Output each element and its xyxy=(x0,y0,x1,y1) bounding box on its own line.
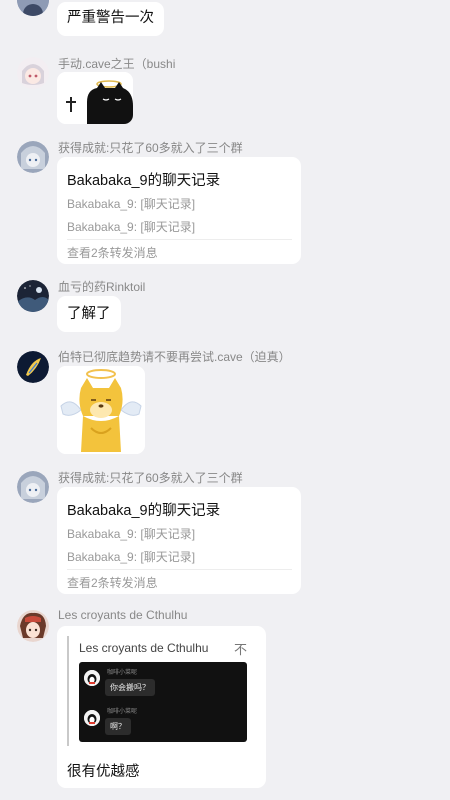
message-text: 很有优越感 xyxy=(67,764,140,780)
sender-name: 手动.cave之王（bushi xyxy=(58,57,176,71)
close-icon[interactable]: 不 xyxy=(234,639,247,658)
avatar[interactable] xyxy=(17,57,49,89)
sender-name: Les croyants de Cthulhu xyxy=(58,608,188,622)
quoted-message[interactable]: Les croyants de Cthulhu 不 咖啡小菜呢 你会搬吗？ 咖啡… xyxy=(67,636,247,746)
sender-name: 伯特已彻底趋势请不要再尝试.cave（迫真） xyxy=(58,350,291,364)
divider xyxy=(67,569,292,570)
forward-card-line: Bakabaka_9: [聊天记录] xyxy=(67,527,196,541)
forwarded-chat-card[interactable]: Bakabaka_9的聊天记录 Bakabaka_9: [聊天记录] Bakab… xyxy=(57,487,301,594)
sticker-image[interactable] xyxy=(57,72,133,124)
message-text: 严重警告一次 xyxy=(67,10,154,26)
avatar[interactable] xyxy=(17,351,49,383)
forward-card-line: Bakabaka_9: [聊天记录] xyxy=(67,220,196,234)
sender-name: 血亏的药Rinktoil xyxy=(58,280,146,294)
view-forwarded-messages-link[interactable]: 查看2条转发消息 xyxy=(67,244,158,261)
screenshot-sender-name: 咖啡小菜呢 xyxy=(107,709,138,715)
forward-card-title: Bakabaka_9的聊天记录 xyxy=(67,503,221,519)
reply-message-bubble[interactable]: Les croyants de Cthulhu 不 咖啡小菜呢 你会搬吗？ 咖啡… xyxy=(57,626,266,788)
sticker-image[interactable] xyxy=(57,366,145,454)
penguin-avatar-icon xyxy=(84,710,100,726)
forward-card-line: Bakabaka_9: [聊天记录] xyxy=(67,197,196,211)
divider xyxy=(67,239,292,240)
angel-doge-sticker xyxy=(57,366,145,454)
avatar[interactable] xyxy=(17,610,49,642)
sender-name: 获得成就:只花了60多就入了三个群 xyxy=(58,141,243,155)
message-bubble[interactable]: 严重警告一次 xyxy=(57,2,164,36)
avatar[interactable] xyxy=(17,141,49,173)
avatar[interactable] xyxy=(17,471,49,503)
screenshot-message: 你会搬吗？ xyxy=(105,679,155,696)
message-bubble[interactable]: 了解了 xyxy=(57,296,121,332)
view-forwarded-messages-link[interactable]: 查看2条转发消息 xyxy=(67,574,158,591)
sender-name: 获得成就:只花了60多就入了三个群 xyxy=(58,471,243,485)
screenshot-message: 啊？ xyxy=(105,718,131,735)
black-cat-sticker xyxy=(57,72,133,124)
forward-card-title: Bakabaka_9的聊天记录 xyxy=(67,173,221,189)
forwarded-chat-card[interactable]: Bakabaka_9的聊天记录 Bakabaka_9: [聊天记录] Bakab… xyxy=(57,157,301,264)
screenshot-sender-name: 咖啡小菜呢 xyxy=(107,670,138,676)
message-text: 了解了 xyxy=(67,306,111,322)
quoted-screenshot[interactable]: 咖啡小菜呢 你会搬吗？ 咖啡小菜呢 啊？ xyxy=(79,662,247,742)
avatar[interactable] xyxy=(17,280,49,312)
forward-card-line: Bakabaka_9: [聊天记录] xyxy=(67,550,196,564)
quoted-sender-name: Les croyants de Cthulhu xyxy=(79,641,209,655)
penguin-avatar-icon xyxy=(84,670,100,686)
avatar[interactable] xyxy=(17,0,49,16)
